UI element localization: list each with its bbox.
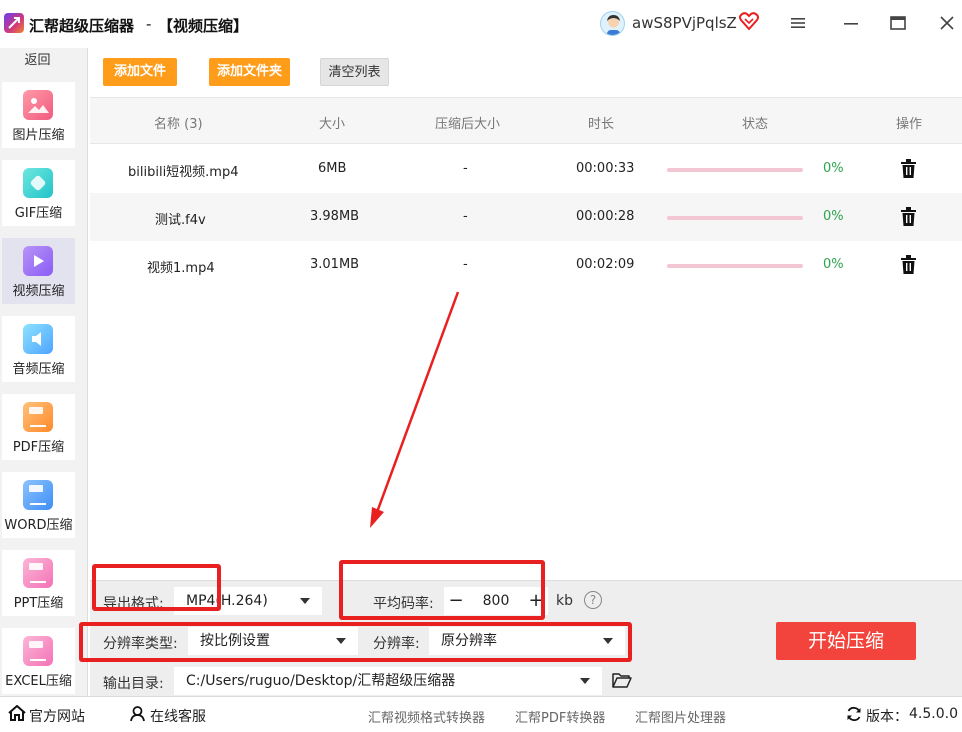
annotation-box-format xyxy=(92,564,221,611)
image-icon xyxy=(23,90,53,120)
gif-icon xyxy=(23,168,53,198)
chevron-down-icon xyxy=(300,598,310,604)
sidebar-item-label: 视频压缩 xyxy=(12,284,65,299)
file-size: 6MB xyxy=(318,161,347,176)
column-status[interactable]: 状态 xyxy=(742,113,768,132)
column-duration[interactable]: 时长 xyxy=(588,113,614,132)
file-size: 3.98MB xyxy=(310,209,360,224)
sidebar-item-label: WORD压缩 xyxy=(4,518,73,533)
add-file-button[interactable]: 添加文件 xyxy=(103,58,177,86)
sidebar-item-label: EXCEL压缩 xyxy=(5,674,72,689)
version-label: 版本： xyxy=(866,709,908,725)
file-name: 测试.f4v xyxy=(155,213,206,228)
sidebar: 返回 图片压缩 GIF压缩 视频压缩 音频压缩 PDF压缩 WORD压缩 PPT… xyxy=(0,48,88,696)
trash-icon[interactable] xyxy=(900,207,917,230)
customer-service-icon[interactable] xyxy=(129,705,146,726)
official-website-link[interactable]: 官方网站 xyxy=(29,706,85,726)
sidebar-item-label: 音频压缩 xyxy=(12,362,65,377)
file-name: 视频1.mp4 xyxy=(147,261,215,276)
column-actions[interactable]: 操作 xyxy=(896,113,922,132)
progress-bar xyxy=(667,216,803,220)
page-title: 【视频压缩】 xyxy=(158,17,249,35)
progress-bar xyxy=(667,264,803,268)
bitrate-unit: kb xyxy=(556,593,573,609)
sidebar-item-label: PPT压缩 xyxy=(13,596,64,611)
online-support-link[interactable]: 在线客服 xyxy=(150,706,206,726)
version-value: 4.5.0.0 xyxy=(909,706,958,722)
username[interactable]: awS8PVjPqlsZ xyxy=(632,14,737,32)
audio-icon xyxy=(23,324,53,354)
status-bar: 官方网站 在线客服 汇帮视频格式转换器 汇帮PDF转换器 汇帮图片处理器 版本：… xyxy=(0,696,962,732)
pdf-file-icon xyxy=(23,402,53,432)
sidebar-item-gif[interactable]: GIF压缩 xyxy=(2,160,75,226)
clear-list-button[interactable]: 清空列表 xyxy=(320,58,389,86)
maximize-icon[interactable] xyxy=(887,12,909,34)
sidebar-item-label: GIF压缩 xyxy=(14,206,63,221)
title-separator: - xyxy=(146,15,152,33)
file-duration: 00:00:28 xyxy=(576,209,635,224)
pdf-converter-link[interactable]: 汇帮PDF转换器 xyxy=(515,707,605,726)
excel-file-icon xyxy=(23,636,53,666)
trash-icon[interactable] xyxy=(900,159,917,182)
image-processor-link[interactable]: 汇帮图片处理器 xyxy=(635,707,726,726)
home-icon[interactable] xyxy=(8,704,26,725)
ppt-file-icon xyxy=(23,558,53,588)
progress-percent: 0% xyxy=(823,257,844,272)
help-icon[interactable]: ? xyxy=(584,591,602,609)
start-compress-button[interactable]: 开始压缩 xyxy=(776,622,916,660)
annotation-box-resolution xyxy=(79,622,632,662)
sidebar-item-label: PDF压缩 xyxy=(12,440,65,455)
add-folder-button[interactable]: 添加文件夹 xyxy=(209,58,290,86)
file-size: 3.01MB xyxy=(310,257,360,272)
sidebar-item-word[interactable]: WORD压缩 xyxy=(2,472,75,538)
file-name: bilibili短视频.mp4 xyxy=(128,165,239,180)
back-button[interactable]: 返回 xyxy=(0,48,75,74)
output-dir-select[interactable]: C:/Users/ruguo/Desktop/汇帮超级压缩器 xyxy=(174,667,602,695)
progress-percent: 0% xyxy=(823,161,844,176)
trash-icon[interactable] xyxy=(900,255,917,278)
column-compressed-size[interactable]: 压缩后大小 xyxy=(435,113,500,132)
output-dir-value: C:/Users/ruguo/Desktop/汇帮超级压缩器 xyxy=(186,673,456,689)
sidebar-divider xyxy=(87,48,88,696)
column-size[interactable]: 大小 xyxy=(319,113,345,132)
sidebar-item-image[interactable]: 图片压缩 xyxy=(2,82,75,148)
close-icon[interactable] xyxy=(936,12,958,34)
table-row[interactable]: 测试.f4v 3.98MB - 00:00:28 0% xyxy=(90,193,962,241)
vip-heart-icon[interactable] xyxy=(739,12,759,34)
app-name: 汇帮超级压缩器 xyxy=(29,17,135,35)
table-row[interactable]: bilibili短视频.mp4 6MB - 00:00:33 0% xyxy=(90,145,962,193)
word-file-icon xyxy=(23,480,53,510)
column-name[interactable]: 名称 (3) xyxy=(154,113,203,132)
file-duration: 00:00:33 xyxy=(576,161,635,176)
sidebar-item-excel[interactable]: EXCEL压缩 xyxy=(2,628,75,694)
chevron-down-icon xyxy=(580,678,590,684)
video-play-icon xyxy=(23,246,53,276)
app-logo-icon xyxy=(4,13,24,33)
sidebar-item-pdf[interactable]: PDF压缩 xyxy=(2,394,75,460)
refresh-icon[interactable] xyxy=(846,706,862,726)
minimize-icon[interactable] xyxy=(840,12,862,34)
table-header: 名称 (3) 大小 压缩后大小 时长 状态 操作 xyxy=(90,97,962,144)
progress-bar xyxy=(667,168,803,172)
compressed-size: - xyxy=(463,161,468,176)
compressed-size: - xyxy=(463,209,468,224)
table-row[interactable]: 视频1.mp4 3.01MB - 00:02:09 0% xyxy=(90,241,962,289)
compressed-size: - xyxy=(463,257,468,272)
progress-percent: 0% xyxy=(823,209,844,224)
title-bar: 汇帮超级压缩器 - 【视频压缩】 awS8PVjPqlsZ xyxy=(0,0,962,48)
output-dir-label: 输出目录: xyxy=(103,676,164,692)
file-duration: 00:02:09 xyxy=(576,257,635,272)
folder-open-icon[interactable] xyxy=(612,672,632,692)
sidebar-item-label: 图片压缩 xyxy=(12,128,65,143)
menu-icon[interactable] xyxy=(787,12,809,34)
video-converter-link[interactable]: 汇帮视频格式转换器 xyxy=(368,707,485,726)
sidebar-item-audio[interactable]: 音频压缩 xyxy=(2,316,75,382)
user-avatar[interactable] xyxy=(600,11,625,36)
sidebar-item-ppt[interactable]: PPT压缩 xyxy=(2,550,75,616)
sidebar-item-video[interactable]: 视频压缩 xyxy=(2,238,75,304)
annotation-box-bitrate xyxy=(339,560,545,620)
